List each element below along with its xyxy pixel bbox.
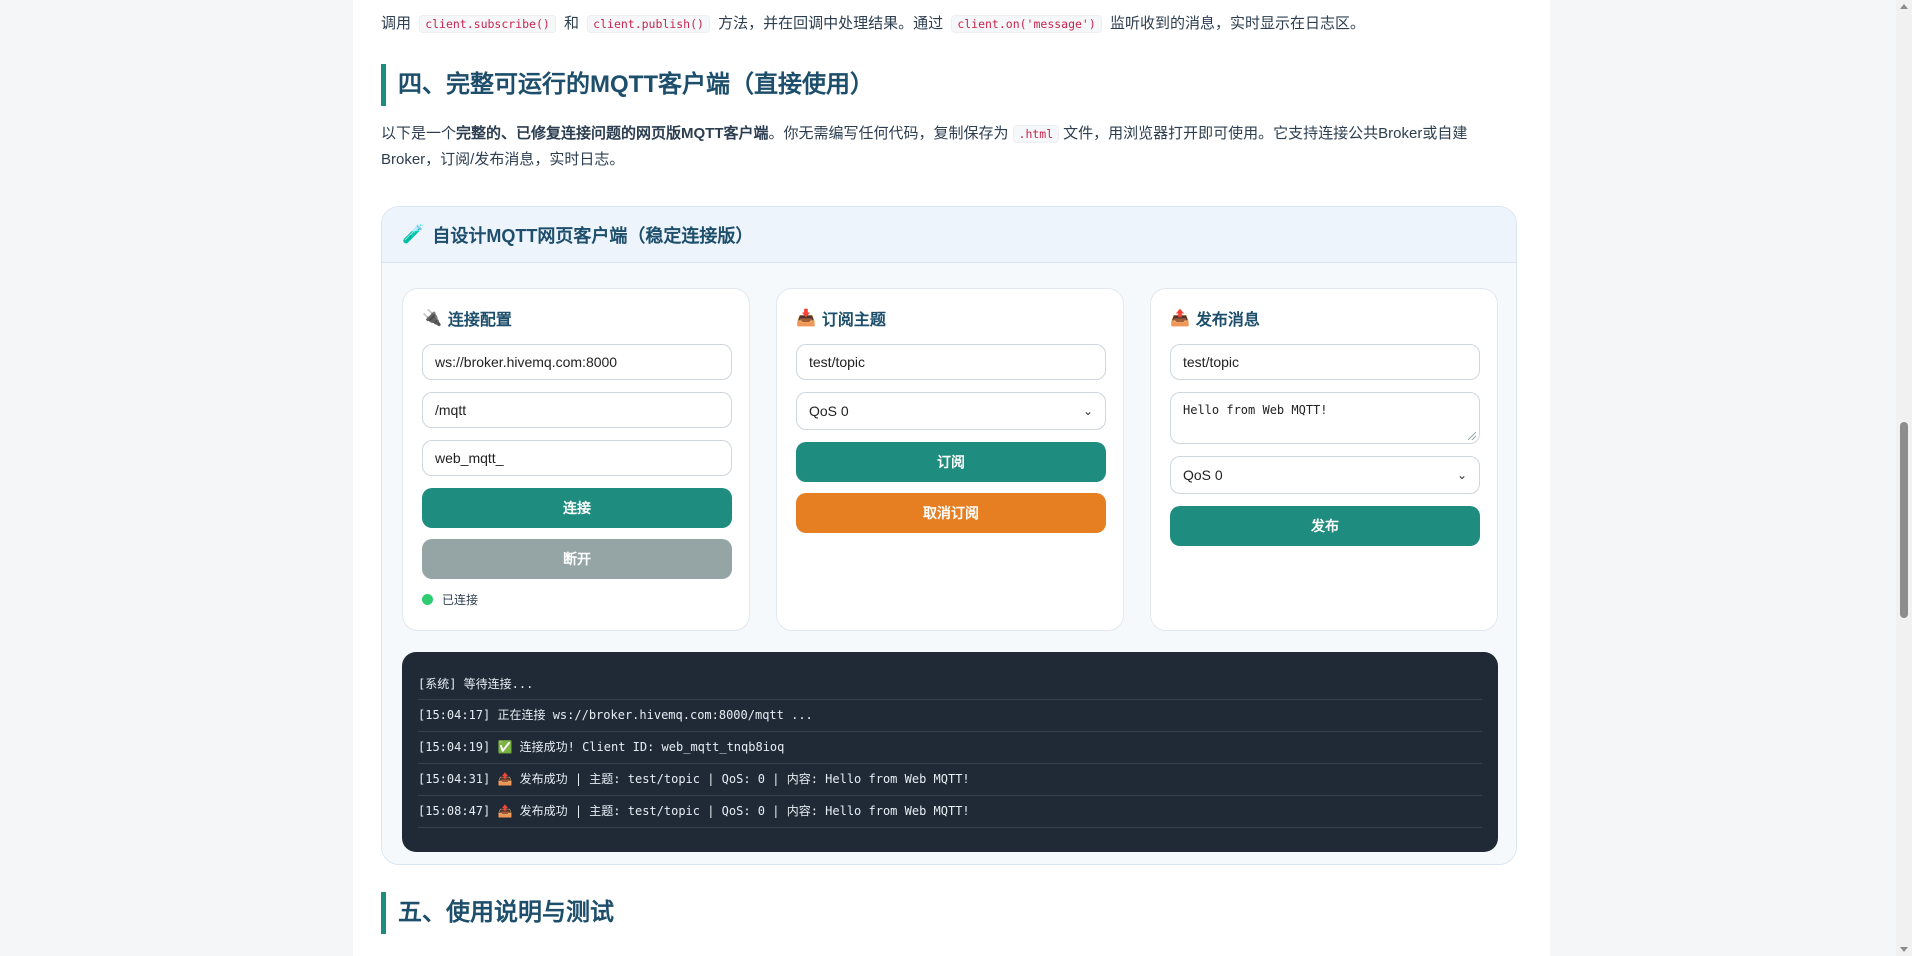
card-title-label: 订阅主题 [821,312,886,329]
connect-button[interactable]: 连接 [422,488,732,528]
intro-text: 和 [563,15,579,32]
chevron-down-icon: ⌄ [1082,404,1093,418]
card-title: 📤 发布消息 [1170,307,1478,329]
card-title-label: 连接配置 [447,312,512,329]
paragraph-text: 。你无需编写任何代码，复制保存为 [768,125,1009,142]
client-header: 🧪 自设计MQTT网页客户端（稳定连接版） [382,207,1516,263]
outbox-tray-icon: 📤 [1170,310,1190,327]
card-title: 📥 订阅主题 [796,307,1104,329]
log-line: [系统] 等待连接... [418,669,1482,700]
client-body: 🔌 连接配置 ws://broker.hivemq.com:8000 /mqtt… [382,263,1516,864]
connection-card: 🔌 连接配置 ws://broker.hivemq.com:8000 /mqtt… [402,288,750,631]
publish-qos-select[interactable]: QoS 0 ⌄ [1170,456,1480,494]
status-text: 已连接 [442,593,479,607]
select-value: QoS 0 [1183,467,1223,483]
intro-paragraph: 调用 client.subscribe() 和 client.publish()… [381,11,1511,37]
unsubscribe-button[interactable]: 取消订阅 [796,493,1106,533]
host-input[interactable]: ws://broker.hivemq.com:8000 [422,344,732,380]
plug-icon: 🔌 [422,310,442,327]
page-scrollbar[interactable] [1896,0,1912,956]
subscribe-topic-input[interactable]: test/topic [796,344,1106,380]
connection-status: 已连接 [422,591,730,608]
scrollbar-thumb[interactable] [1900,422,1908,618]
log-line: [15:04:19] ✅ 连接成功! Client ID: web_mqtt_t… [418,732,1482,764]
publish-button[interactable]: 发布 [1170,506,1480,546]
inline-code: .html [1012,125,1060,143]
message-textarea[interactable]: Hello from Web MQTT! [1170,392,1480,444]
log-line: [15:04:17] 正在连接 ws://broker.hivemq.com:8… [418,700,1482,732]
inline-code: client.on('message') [951,15,1102,33]
log-panel[interactable]: [系统] 等待连接... [15:04:17] 正在连接 ws://broker… [402,652,1498,852]
publish-topic-input[interactable]: test/topic [1170,344,1480,380]
resize-handle-icon[interactable] [1468,432,1476,440]
status-dot-icon [422,594,433,605]
subscribe-card: 📥 订阅主题 test/topic QoS 0 ⌄ 订阅 取消订阅 [776,288,1124,631]
client-title: 自设计MQTT网页客户端（稳定连接版） [432,225,754,246]
intro-text: 调用 [381,15,412,32]
section-heading: 四、完整可运行的MQTT客户端（直接使用） [381,64,874,106]
inbox-tray-icon: 📥 [796,310,816,327]
subscribe-qos-select[interactable]: QoS 0 ⌄ [796,392,1106,430]
subscribe-button[interactable]: 订阅 [796,442,1106,482]
section-heading: 五、使用说明与测试 [381,892,614,934]
log-line: [15:08:47] 📤 发布成功 | 主题: test/topic | QoS… [418,796,1482,828]
scroll-down-icon[interactable] [1900,947,1908,952]
disconnect-button[interactable]: 断开 [422,539,732,579]
publish-card: 📤 发布消息 test/topic Hello from Web MQTT! Q… [1150,288,1498,631]
test-tube-icon: 🧪 [402,224,425,244]
intro-text: 方法，并在回调中处理结果。通过 [718,15,944,32]
paragraph-text: 以下是一个 [381,125,457,142]
log-line: [15:04:31] 📤 发布成功 | 主题: test/topic | QoS… [418,764,1482,796]
section-paragraph: 以下是一个完整的、已修复连接问题的网页版MQTT客户端。你无需编写任何代码，复制… [381,121,1511,173]
scroll-up-icon[interactable] [1900,4,1908,9]
inline-code: client.subscribe() [419,15,556,33]
mqtt-client-demo: 🧪 自设计MQTT网页客户端（稳定连接版） 🔌 连接配置 ws://broker… [381,206,1517,865]
card-title: 🔌 连接配置 [422,307,730,329]
inline-code: client.publish() [587,15,710,33]
chevron-down-icon: ⌄ [1456,468,1467,482]
paragraph-bold: 完整的、已修复连接问题的网页版MQTT客户端 [456,125,769,142]
client-id-input[interactable]: web_mqtt_ [422,440,732,476]
textarea-value: Hello from Web MQTT! [1183,403,1328,417]
select-value: QoS 0 [809,403,849,419]
path-input[interactable]: /mqtt [422,392,732,428]
intro-text: 监听收到的消息，实时显示在日志区。 [1109,15,1365,32]
card-title-label: 发布消息 [1195,312,1260,329]
